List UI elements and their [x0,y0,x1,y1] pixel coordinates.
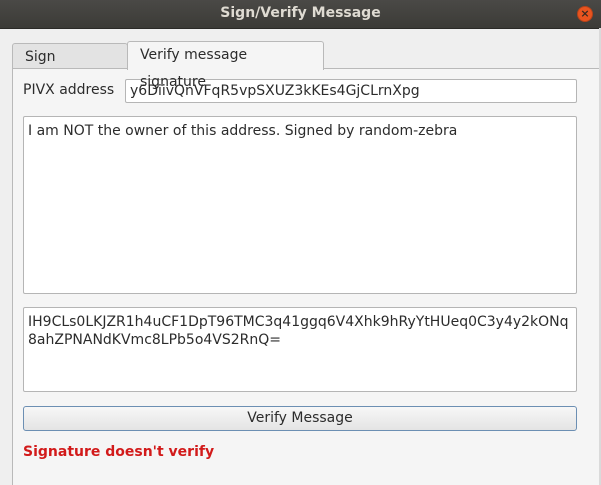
close-icon[interactable]: × [577,6,593,22]
signature-textarea[interactable]: IH9CLs0LKJZR1h4uCF1DpT96TMC3q41ggq6V4Xhk… [23,307,577,392]
message-textarea[interactable]: I am NOT the owner of this address. Sign… [23,116,577,294]
tab-verify-message-signature[interactable]: Verify message signature [127,41,324,90]
tab-sign-message[interactable]: Sign message [12,43,128,92]
verify-message-button[interactable]: Verify Message [23,406,577,431]
sign-verify-window: Sign/Verify Message × Sign message Verif… [0,0,601,485]
window-title: Sign/Verify Message [220,5,381,21]
verification-status: Signature doesn't verify [23,444,215,460]
title-bar: Sign/Verify Message × [0,0,601,29]
address-label: PIVX address [23,82,115,98]
